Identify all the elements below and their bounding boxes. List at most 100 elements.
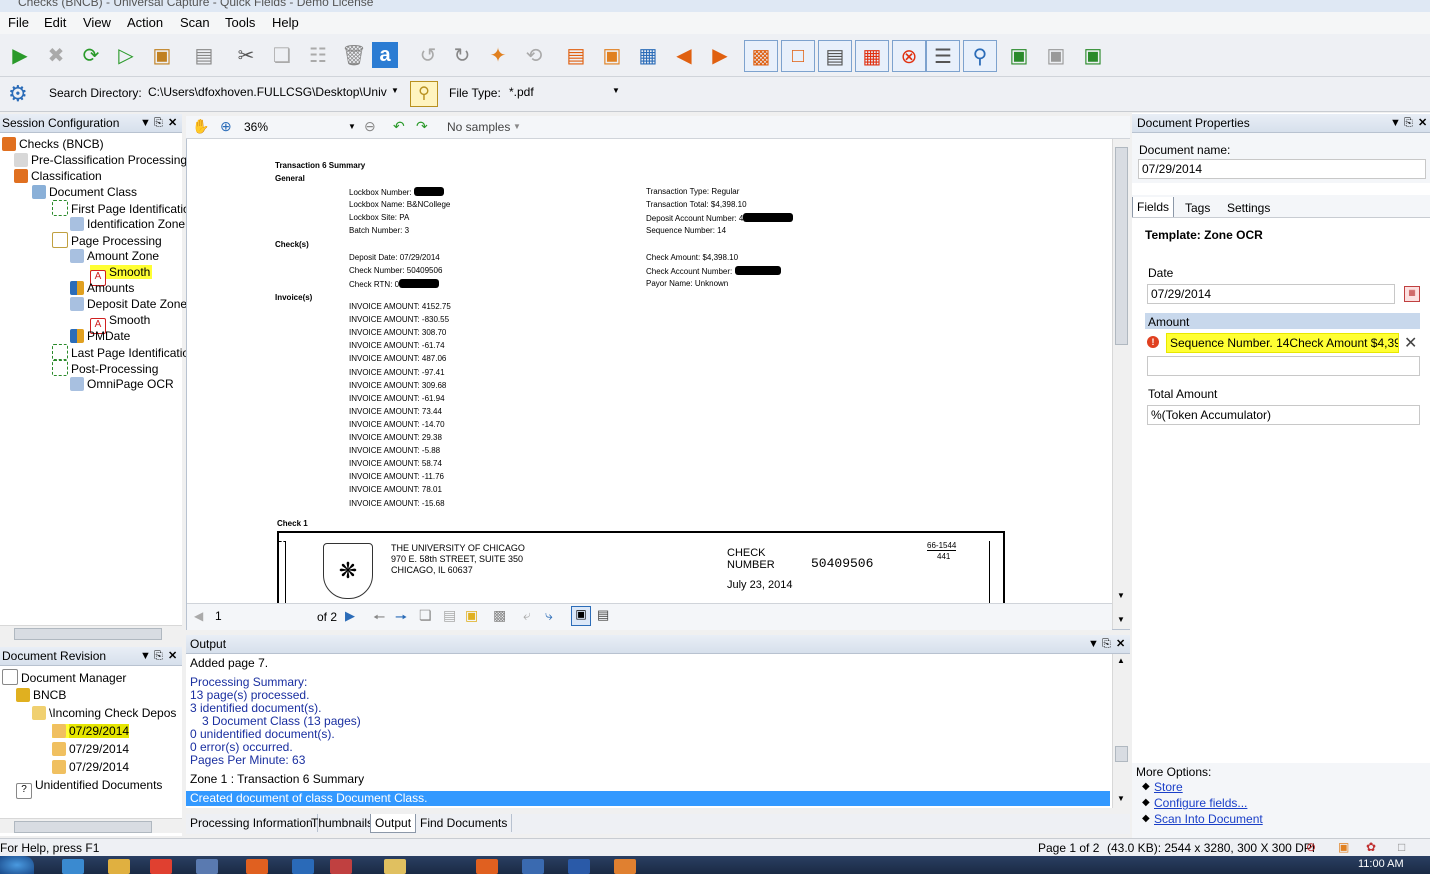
rotate-left-icon[interactable]: ↶ [393, 118, 405, 135]
app-icon[interactable] [476, 859, 498, 874]
document-viewer[interactable]: Transaction 6 Summary General Lockbox Nu… [186, 116, 1130, 630]
output-log[interactable]: Added page 7. Processing Summary: 13 pag… [186, 654, 1130, 808]
pin-icon[interactable]: ⎘ [1404, 114, 1413, 132]
tree-item-last-page-identification[interactable]: Last Page Identification [52, 344, 196, 360]
zoom-in-icon[interactable]: ⊕ [220, 118, 232, 135]
refresh-icon[interactable]: ⟳ [75, 39, 107, 71]
next-page-icon[interactable]: 🠖 [395, 607, 407, 631]
pin-icon[interactable]: ⎘ [1102, 635, 1111, 653]
chevron-down-icon[interactable]: ▼ [348, 122, 356, 131]
zoom-out-icon[interactable]: ⊖ [364, 118, 376, 135]
chevron-down-icon[interactable]: ▼ [1088, 635, 1099, 653]
chrome-icon[interactable] [150, 859, 172, 874]
chevron-down-icon[interactable]: ▼ [140, 647, 151, 665]
folder-icon[interactable] [384, 859, 406, 874]
output-vscrollbar[interactable]: ▲ ▼ [1112, 654, 1130, 808]
tool-icon[interactable]: ✦ [482, 39, 514, 71]
page-number-input[interactable]: 1 [209, 607, 319, 625]
chevron-down-icon[interactable]: ▼ [391, 86, 399, 95]
scroll-thumb[interactable] [1115, 746, 1128, 762]
first-page-icon[interactable]: ◀ [194, 609, 203, 623]
folder-icon[interactable]: ▣ [465, 607, 478, 624]
close-icon[interactable]: ✕ [168, 114, 177, 132]
paste-icon[interactable]: ☷ [302, 39, 334, 71]
tree-item-smooth-date[interactable]: A Smooth [90, 312, 150, 334]
tree-item-deposit-date-zone[interactable]: Deposit Date Zone [70, 296, 187, 312]
menu-scan[interactable]: Scan [180, 15, 210, 30]
close-icon[interactable]: ✕ [1418, 114, 1427, 132]
quickfields-icon[interactable] [614, 859, 636, 874]
close-icon[interactable]: ✕ [168, 647, 177, 665]
forward-icon[interactable]: ⤷ [545, 607, 553, 624]
scroll-down-icon[interactable]: ▼ [1117, 794, 1125, 803]
scroll-thumb[interactable] [14, 628, 162, 640]
configure-fields-link[interactable]: Configure fields... [1154, 796, 1247, 810]
tree-item-unidentified[interactable]: ? Unidentified Documents [16, 777, 162, 799]
file-type-select[interactable]: *.pdf [505, 82, 625, 102]
browse-folder-icon[interactable]: ⚲ [410, 81, 438, 107]
menu-edit[interactable]: Edit [44, 15, 66, 30]
revision-hscrollbar[interactable] [0, 818, 182, 833]
chevron-down-icon[interactable]: ▼ [140, 114, 151, 132]
copy-icon[interactable]: ❏ [266, 39, 298, 71]
chevron-down-icon[interactable]: ▼ [612, 86, 620, 95]
date-input[interactable]: 07/29/2014 [1147, 284, 1395, 304]
tree-item-document-class[interactable]: Document Class [32, 184, 137, 200]
tree-item-document-manager[interactable]: Document Manager [2, 669, 126, 685]
tab-settings[interactable]: Settings [1227, 201, 1270, 215]
tree-item-smooth-amount[interactable]: A Smooth [90, 264, 153, 286]
output-line-selected[interactable]: Created document of class Document Class… [186, 791, 1110, 806]
scan-disabled-icon[interactable]: ▣ [1040, 39, 1072, 71]
last-page-icon[interactable]: ▶ [345, 608, 355, 624]
viewer-vscrollbar[interactable]: ▲ ▼ [1112, 125, 1130, 603]
pin-icon[interactable]: ⎘ [154, 647, 163, 665]
tab-thumbnails[interactable]: Thumbnails [307, 814, 379, 832]
amount-extra-input[interactable] [1147, 356, 1420, 376]
scan-into-document-link[interactable]: Scan Into Document [1154, 812, 1263, 826]
run-icon[interactable]: ▶ [4, 39, 36, 71]
grid-icon[interactable]: ▦ [855, 40, 889, 72]
document-name-input[interactable]: 07/29/2014 [1138, 159, 1426, 179]
lines-icon[interactable]: ☰ [926, 40, 960, 72]
tab-tags[interactable]: Tags [1185, 201, 1210, 215]
ocr-text-icon[interactable]: a [372, 42, 398, 68]
tab-find-documents[interactable]: Find Documents [416, 814, 513, 832]
prev-doc-icon[interactable]: ◀ [668, 39, 700, 71]
scroll-down-icon[interactable]: ▼ [1117, 615, 1125, 624]
start-button[interactable] [0, 856, 34, 874]
cut-icon[interactable]: ✂ [230, 39, 262, 71]
tree-item-pmdate[interactable]: PMDate [70, 328, 130, 344]
scan-monitor-icon[interactable]: ▣ [1003, 39, 1035, 71]
amount-input[interactable]: Sequence Number. 14Check Amount $4,396.1… [1166, 333, 1399, 353]
session-hscrollbar[interactable] [0, 625, 182, 640]
tree-item-page-processing[interactable]: Page Processing [52, 232, 162, 248]
pages-icon[interactable]: ▩ [744, 40, 778, 72]
app-icon[interactable] [196, 859, 218, 874]
pages-icon[interactable]: ▩ [493, 607, 506, 624]
chevron-down-icon[interactable]: ▼ [1390, 114, 1401, 132]
delete-icon[interactable]: 🗑 [338, 39, 370, 71]
ie-icon[interactable] [62, 859, 84, 874]
samples-select[interactable]: No samples [447, 120, 510, 134]
next-doc-icon[interactable]: ▶ [704, 39, 736, 71]
stop-icon[interactable]: ✖ [40, 39, 72, 71]
gear-icon[interactable] [522, 859, 544, 874]
calendar-icon[interactable]: ▦ [1404, 286, 1420, 302]
tree-item-document-1[interactable]: 07/29/2014 [52, 723, 130, 739]
outlook-icon[interactable] [292, 859, 314, 874]
word-icon[interactable] [568, 859, 590, 874]
tree-item-amounts[interactable]: Amounts [70, 280, 134, 296]
tab-output[interactable]: Output [370, 814, 417, 833]
document-icon[interactable]: ▤ [560, 39, 592, 71]
scan-settings-icon[interactable]: ▣ [1077, 39, 1109, 71]
split-icon[interactable]: ▣ [596, 39, 628, 71]
tree-item-identification-zone[interactable]: Identification Zone [70, 216, 185, 232]
zoom-select[interactable]: 36% [240, 117, 358, 137]
search-icon[interactable]: ⚲ [963, 40, 997, 72]
tree-item-document-2[interactable]: 07/29/2014 [52, 741, 129, 757]
scroll-thumb[interactable] [14, 821, 152, 833]
close-icon[interactable]: ✕ [1116, 635, 1125, 653]
rotate-left-icon[interactable]: ↺ [412, 39, 444, 71]
tree-item-document-3[interactable]: 07/29/2014 [52, 759, 129, 775]
scroll-thumb[interactable] [1115, 147, 1128, 345]
